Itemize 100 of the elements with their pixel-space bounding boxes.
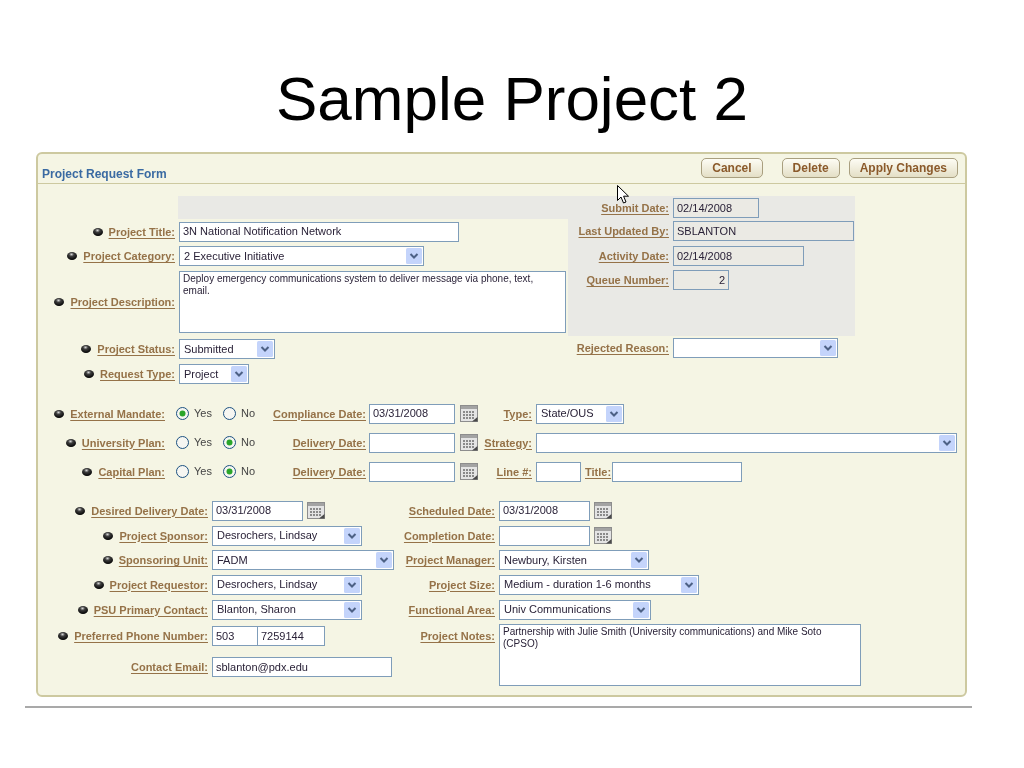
field-label[interactable]: Completion Date: <box>403 527 495 544</box>
field-label[interactable]: Last Updated By: <box>578 221 669 241</box>
field-label[interactable]: Project Notes: <box>420 628 495 644</box>
dropdown[interactable]: Project <box>179 364 249 384</box>
dropdown[interactable] <box>673 338 838 358</box>
form-title: Project Request Form <box>42 167 167 182</box>
radio-label: No <box>240 435 255 451</box>
field-label[interactable]: Compliance Date: <box>273 405 366 422</box>
chevron-down-icon[interactable] <box>344 576 360 593</box>
chevron-down-icon[interactable] <box>257 341 273 357</box>
dropdown[interactable]: FADM <box>212 550 394 570</box>
chevron-down-icon[interactable] <box>376 552 392 568</box>
phone-field[interactable]: 7259144 <box>257 626 325 646</box>
field-label[interactable]: Desired Delivery Date: <box>91 502 208 519</box>
chevron-down-icon[interactable] <box>344 527 360 544</box>
date-field[interactable]: 03/31/2008 <box>212 500 303 521</box>
dropdown[interactable]: Desrochers, Lindsay <box>212 525 362 546</box>
radio-label: Yes <box>194 464 212 480</box>
text-field[interactable]: 02/14/2008 <box>673 246 804 266</box>
field-label[interactable]: Request Type: <box>100 366 175 382</box>
field-label[interactable]: External Mandate: <box>70 405 165 422</box>
dropdown[interactable]: Submitted <box>179 339 275 359</box>
radio-button[interactable] <box>222 407 236 420</box>
field-label[interactable]: Rejected Reason: <box>576 338 669 358</box>
text-field[interactable]: SBLANTON <box>673 221 854 241</box>
phone-field[interactable]: 503 <box>212 626 258 646</box>
mouse-pointer-icon <box>617 185 629 204</box>
radio-button[interactable] <box>176 465 189 478</box>
field-label[interactable]: Submit Date: <box>601 198 669 218</box>
field-label[interactable]: Project Requestor: <box>109 576 208 593</box>
field-label[interactable]: Functional Area: <box>408 601 495 618</box>
field-label[interactable]: Project Category: <box>83 248 175 264</box>
calendar-icon[interactable] <box>594 527 612 544</box>
date-field[interactable] <box>369 461 455 482</box>
field-label[interactable]: Project Title: <box>108 223 175 240</box>
field-label[interactable]: Project Status: <box>97 341 175 357</box>
radio-label: Yes <box>194 406 212 422</box>
radio-button[interactable] <box>176 436 189 449</box>
radio-button[interactable] <box>176 407 189 420</box>
text-field[interactable]: 3N National Notification Network <box>179 221 459 242</box>
chevron-down-icon[interactable] <box>231 366 247 382</box>
field-label[interactable]: Project Size: <box>428 576 495 593</box>
text-field[interactable] <box>612 461 743 482</box>
dropdown[interactable]: Newbury, Kirsten <box>499 550 649 570</box>
field-label[interactable]: Preferred Phone Number: <box>74 628 208 644</box>
calendar-icon[interactable] <box>460 463 478 480</box>
form-button[interactable]: Apply Changes <box>848 158 958 178</box>
radio-label: No <box>240 464 255 480</box>
radio-label: No <box>240 406 255 422</box>
field-label[interactable]: Sponsoring Unit: <box>118 552 208 568</box>
calendar-icon[interactable] <box>594 502 612 519</box>
field-label[interactable]: Queue Number: <box>586 270 669 290</box>
chevron-down-icon[interactable] <box>344 601 360 618</box>
dropdown[interactable]: 2 Executive Initiative <box>179 246 424 266</box>
chevron-down-icon[interactable] <box>406 248 422 264</box>
chevron-down-icon[interactable] <box>681 576 697 593</box>
field-label[interactable]: Project Sponsor: <box>119 527 208 544</box>
chevron-down-icon[interactable] <box>633 601 649 618</box>
date-field[interactable] <box>369 432 455 453</box>
text-field[interactable]: 02/14/2008 <box>673 198 759 218</box>
field-label[interactable]: Capital Plan: <box>98 463 165 480</box>
field-label[interactable]: Type: <box>503 405 532 422</box>
dropdown[interactable]: Desrochers, Lindsay <box>212 574 362 595</box>
text-area[interactable]: Deploy emergency communications system to deliver message via phone, text, email. <box>179 271 566 333</box>
dropdown[interactable]: State/OUS <box>536 403 624 424</box>
field-label[interactable]: Project Description: <box>70 294 175 310</box>
dropdown[interactable]: Univ Communications <box>499 599 651 620</box>
field-label[interactable]: PSU Primary Contact: <box>93 601 208 618</box>
calendar-icon[interactable] <box>307 502 325 519</box>
date-field[interactable]: 03/31/2008 <box>499 500 590 521</box>
form-button[interactable]: Cancel <box>701 158 763 178</box>
number-field[interactable]: 2 <box>673 270 729 290</box>
field-label[interactable]: Project Manager: <box>405 552 495 568</box>
dropdown[interactable] <box>536 432 957 453</box>
field-label[interactable]: Delivery Date: <box>292 434 366 451</box>
field-label[interactable]: Scheduled Date: <box>408 502 495 519</box>
form-button[interactable]: Delete <box>781 158 840 178</box>
text-field[interactable] <box>536 461 581 482</box>
field-label[interactable]: Title: <box>585 463 612 480</box>
chevron-down-icon[interactable] <box>939 434 955 451</box>
field-label[interactable]: Strategy: <box>484 434 532 451</box>
date-field[interactable]: 03/31/2008 <box>369 403 455 424</box>
field-label[interactable]: University Plan: <box>81 434 165 451</box>
text-area[interactable]: Partnership with Julie Smith (University communications) and Mike Soto (CPSO) <box>499 624 861 686</box>
field-label[interactable]: Line #: <box>496 463 532 480</box>
date-field[interactable] <box>499 525 590 546</box>
radio-button[interactable] <box>222 436 236 449</box>
field-label[interactable]: Contact Email: <box>131 659 208 675</box>
field-label[interactable]: Delivery Date: <box>292 463 366 480</box>
chevron-down-icon[interactable] <box>631 552 647 568</box>
dropdown[interactable]: Blanton, Sharon <box>212 599 362 620</box>
calendar-icon[interactable] <box>460 405 478 422</box>
radio-label: Yes <box>194 435 212 451</box>
dropdown[interactable]: Medium - duration 1-6 months <box>499 574 699 595</box>
text-field[interactable]: sblanton@pdx.edu <box>212 657 392 677</box>
chevron-down-icon[interactable] <box>820 340 836 356</box>
chevron-down-icon[interactable] <box>606 405 622 422</box>
calendar-icon[interactable] <box>460 434 478 451</box>
field-label[interactable]: Activity Date: <box>598 246 669 266</box>
radio-button[interactable] <box>222 465 236 478</box>
